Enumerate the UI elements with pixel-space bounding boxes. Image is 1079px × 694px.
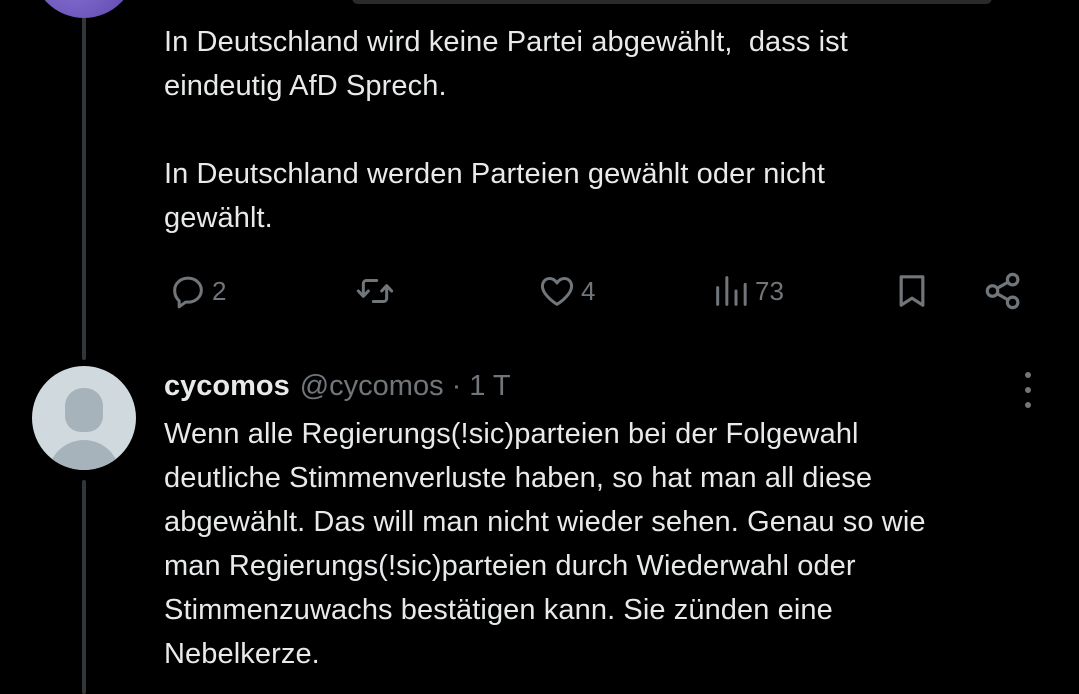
bookmark-icon — [899, 275, 925, 307]
reply-author-avatar[interactable] — [32, 366, 136, 470]
previous-tweet-text: In Deutschland wird keine Partei abgewäh… — [164, 26, 848, 234]
more-dot-icon — [1025, 387, 1031, 393]
views-button[interactable]: 73 — [711, 266, 784, 316]
bookmark-button[interactable] — [892, 266, 932, 316]
thread-connector-line — [82, 0, 86, 360]
previous-author-header-cutoff — [352, 0, 992, 4]
more-dot-icon — [1025, 402, 1031, 408]
tweet-action-bar: 2 4 73 — [164, 266, 1044, 316]
header-separator: · — [451, 369, 462, 402]
reply-count: 2 — [212, 275, 227, 306]
reply-button[interactable]: 2 — [168, 266, 226, 316]
share-button[interactable] — [982, 266, 1024, 316]
default-avatar-body — [48, 440, 120, 470]
retweet-icon — [356, 279, 394, 303]
reply-icon — [173, 276, 203, 309]
like-button[interactable]: 4 — [537, 266, 595, 316]
more-dot-icon — [1025, 372, 1031, 378]
tweet-timestamp[interactable]: 1 T — [469, 370, 510, 403]
more-options-button[interactable] — [1018, 372, 1038, 408]
reply-tweet-header: cycomos @cycomos · 1 T — [164, 364, 511, 408]
author-handle[interactable]: @cycomos — [300, 370, 444, 403]
like-count: 4 — [581, 275, 596, 306]
retweet-button[interactable] — [354, 266, 396, 316]
thread-connector-line — [82, 480, 86, 694]
views-count: 73 — [755, 275, 784, 306]
views-icon — [716, 276, 747, 306]
reply-tweet-text: Wenn alle Regierungs(!sic)parteien bei d… — [164, 418, 926, 670]
author-display-name[interactable]: cycomos — [164, 370, 290, 403]
heart-icon — [540, 277, 574, 306]
tweet-thread: In Deutschland wird keine Partei abgewäh… — [0, 0, 1079, 694]
default-avatar-head — [65, 388, 103, 432]
share-icon — [985, 272, 1020, 310]
previous-author-avatar[interactable] — [32, 0, 136, 18]
